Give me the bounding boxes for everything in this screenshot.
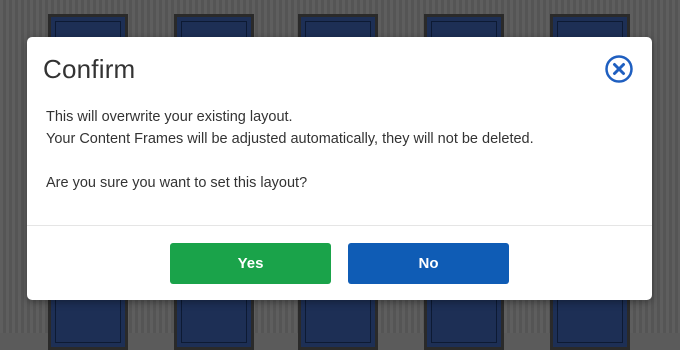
dialog-message: This will overwrite your existing layout… xyxy=(46,106,646,194)
confirm-dialog: Confirm This will overwrite your existin… xyxy=(27,37,652,300)
no-button[interactable]: No xyxy=(348,243,509,284)
dialog-divider xyxy=(27,225,652,226)
yes-button[interactable]: Yes xyxy=(170,243,331,284)
dialog-title: Confirm xyxy=(43,54,136,84)
message-line: Your Content Frames will be adjusted aut… xyxy=(46,131,534,147)
close-icon[interactable] xyxy=(604,54,634,84)
confirm-question: Are you sure you want to set this layout… xyxy=(46,175,308,191)
message-line: This will overwrite your existing layout… xyxy=(46,109,293,125)
